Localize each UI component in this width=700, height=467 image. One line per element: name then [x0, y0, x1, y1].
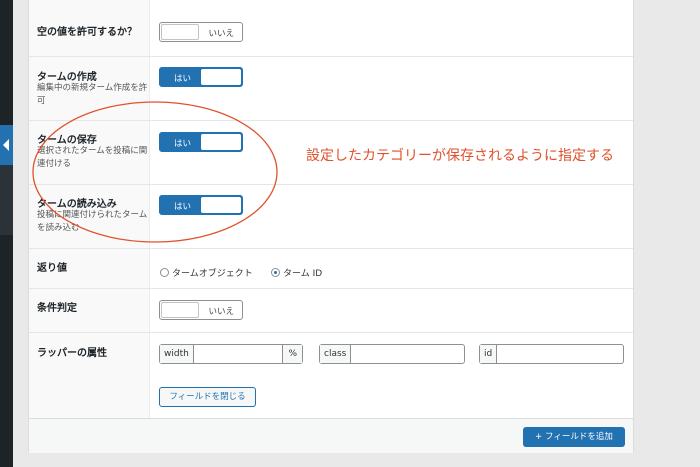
- annotation-text: 設定したカテゴリーが保存されるように指定する: [306, 148, 614, 164]
- annotation-ellipse: [32, 101, 278, 243]
